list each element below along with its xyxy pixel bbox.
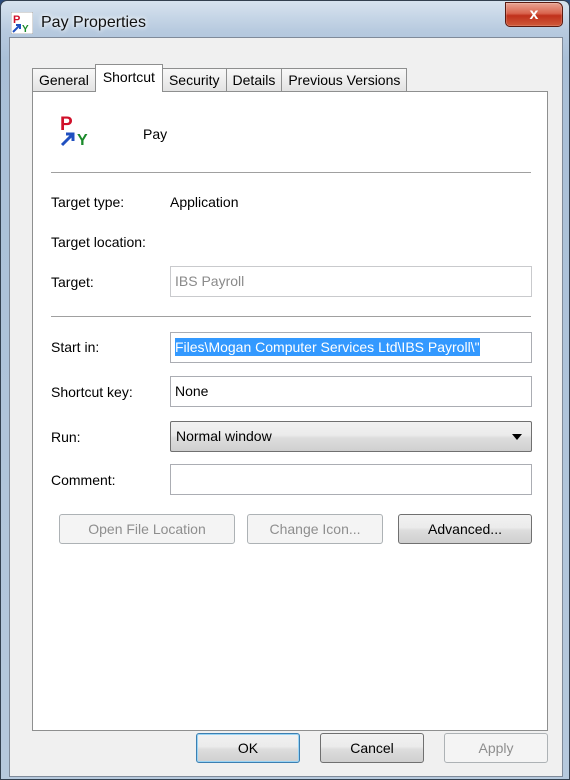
change-icon-button[interactable]: Change Icon... <box>247 514 383 544</box>
target-type-value: Application <box>170 194 239 210</box>
close-icon: x <box>529 5 539 23</box>
shortcut-tab-panel: P Y Pay Target type: Application Target … <box>32 91 548 731</box>
properties-window: P Y Pay Properties x General Shortcut Se… <box>0 0 570 780</box>
separator <box>51 316 531 317</box>
target-field[interactable]: IBS Payroll <box>170 266 532 297</box>
start-in-field[interactable]: Files\Mogan Computer Services Ltd\IBS Pa… <box>170 332 532 363</box>
tab-general[interactable]: General <box>32 68 96 92</box>
svg-text:Y: Y <box>77 132 88 148</box>
comment-label: Comment: <box>51 472 116 488</box>
run-label: Run: <box>51 429 81 445</box>
cancel-button[interactable]: Cancel <box>320 733 424 763</box>
tab-strip: General Shortcut Security Details Previo… <box>32 64 408 92</box>
apply-button[interactable]: Apply <box>444 733 548 763</box>
tab-details[interactable]: Details <box>225 68 283 92</box>
tab-security[interactable]: Security <box>161 68 227 92</box>
dialog-client-area: General Shortcut Security Details Previo… <box>9 37 563 777</box>
tab-shortcut[interactable]: Shortcut <box>94 64 163 92</box>
open-file-location-button[interactable]: Open File Location <box>59 514 235 544</box>
shortcut-key-field[interactable]: None <box>170 376 532 407</box>
target-type-label: Target type: <box>51 194 125 210</box>
advanced-button[interactable]: Advanced... <box>398 514 532 544</box>
separator <box>51 172 531 173</box>
window-title: Pay Properties <box>41 14 146 31</box>
run-dropdown[interactable]: Normal window <box>170 421 532 452</box>
shortcut-name: Pay <box>143 126 168 142</box>
close-button[interactable]: x <box>505 2 563 27</box>
pay-app-icon: P Y <box>59 112 95 148</box>
svg-text:Y: Y <box>22 24 29 34</box>
run-value: Normal window <box>176 428 272 444</box>
svg-text:P: P <box>60 114 73 135</box>
chevron-down-icon <box>512 434 522 440</box>
shortcut-key-label: Shortcut key: <box>51 384 133 400</box>
ok-button[interactable]: OK <box>196 733 300 763</box>
comment-field[interactable] <box>170 464 532 495</box>
target-location-label: Target location: <box>51 234 146 250</box>
start-in-value: Files\Mogan Computer Services Ltd\IBS Pa… <box>175 338 480 356</box>
target-label: Target: <box>51 274 94 290</box>
pay-app-icon: P Y <box>11 12 33 34</box>
start-in-label: Start in: <box>51 339 100 355</box>
tab-previous-versions[interactable]: Previous Versions <box>281 68 408 92</box>
